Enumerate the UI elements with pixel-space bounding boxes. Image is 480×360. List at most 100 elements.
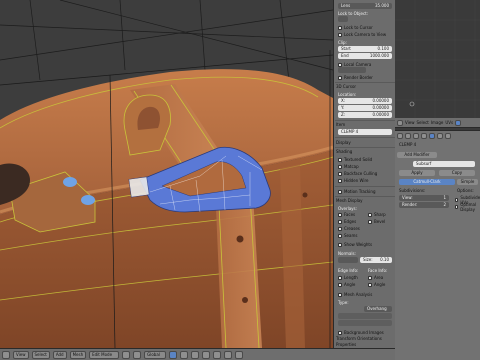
uv-grid (395, 0, 480, 118)
uv-uvs-menu[interactable]: UVs (445, 120, 453, 125)
props-tabs (397, 133, 451, 139)
face-info-label: Face Info: (368, 268, 388, 273)
display-head[interactable]: Display (336, 140, 351, 145)
creases-check[interactable]: Creases (338, 226, 360, 231)
face-angle-check[interactable]: Angle (368, 282, 385, 287)
angle-check[interactable]: Angle (338, 282, 355, 287)
camera-field[interactable] (338, 67, 366, 73)
edges-check[interactable]: Edges (338, 219, 356, 224)
strap-hole (242, 297, 248, 303)
props-data-icon[interactable] (437, 133, 443, 139)
uv-editor-icon[interactable] (397, 119, 403, 126)
options-label: Options: (457, 188, 474, 193)
uv-select-icon[interactable] (455, 119, 462, 126)
lock-to-cursor-check[interactable]: Lock to Cursor (338, 25, 373, 30)
render-border-check[interactable]: Render Border (338, 75, 373, 80)
vertex-marker (63, 177, 77, 187)
simple-tab[interactable]: Simple (457, 179, 478, 185)
uv-editor-area[interactable] (395, 0, 480, 118)
vertex-marker (81, 195, 95, 205)
mesh-analysis-check[interactable]: Mesh Analysis (338, 292, 372, 297)
item-head[interactable]: Item (336, 122, 345, 127)
area-check[interactable]: Area (368, 275, 383, 280)
clip-end-field[interactable]: End 1000.000 (338, 53, 392, 59)
bevel-check[interactable]: Bevel (368, 219, 385, 224)
normals-label: Normals: (338, 251, 356, 256)
sharp-check[interactable]: Sharp (368, 212, 386, 217)
analysis-axis[interactable] (338, 320, 392, 326)
props-object-icon[interactable] (421, 133, 427, 139)
clip-label: Clip: (338, 40, 347, 45)
cursor-x-field[interactable]: X: 0.00000 (338, 98, 392, 104)
lens-field[interactable]: Lens 35.000 (338, 3, 392, 9)
subdivisions-label: Subdivisions: (399, 188, 426, 193)
lock-object-field[interactable] (338, 16, 348, 22)
render-levels-field[interactable]: Render: 2 (399, 202, 449, 208)
normals-buttons[interactable] (338, 257, 358, 263)
face-select-icon[interactable] (191, 350, 200, 359)
props-world-icon[interactable] (413, 133, 419, 139)
3d-view-header: View Select Add Mesh Edit Mode Global (0, 348, 395, 360)
textured-solid-check[interactable]: Textured Solid (338, 157, 372, 162)
copy-button[interactable]: Copy (439, 170, 475, 176)
view-levels-field[interactable]: View: 1 (399, 195, 449, 201)
viewport-scene (0, 0, 333, 348)
3d-viewport[interactable] (0, 0, 333, 348)
analysis-range[interactable] (338, 313, 392, 319)
select-menu[interactable]: Select (31, 350, 50, 359)
length-check[interactable]: Length (338, 275, 358, 280)
cursor-z-field[interactable]: Z: 0.00000 (338, 112, 392, 118)
clip-start-field[interactable]: Start 0.100 (338, 46, 392, 52)
props-modifier-icon[interactable] (429, 133, 435, 139)
view-menu[interactable]: View (13, 350, 29, 359)
uv-image-menu[interactable]: Image (431, 120, 444, 125)
seams-check[interactable]: Seams (338, 233, 357, 238)
props-render-icon[interactable] (397, 133, 403, 139)
show-weights-check[interactable]: Show Weights (338, 242, 372, 247)
proportional-edit-icon[interactable] (202, 350, 211, 359)
matcap-check[interactable]: Matcap (338, 164, 359, 169)
vertex-select-icon[interactable] (169, 350, 178, 359)
overlays-label: Overlays: (338, 206, 357, 211)
pivot-icon[interactable] (133, 350, 142, 359)
properties-n-panel[interactable]: Lens 35.000 Lock to Object: Lock to Curso… (333, 0, 395, 348)
type-label: Type: (338, 300, 349, 305)
add-menu[interactable]: Add (52, 350, 67, 359)
properties-editor[interactable]: CLEMP 4 Add Modifier Subsurf Apply Copy … (395, 130, 480, 360)
props-material-icon[interactable] (445, 133, 451, 139)
optimal-display-check[interactable]: Optimal Display (455, 202, 480, 212)
background-images-check[interactable]: Background Images (338, 330, 384, 335)
object-name-field[interactable]: CLEMP 4 (338, 129, 392, 135)
transform-orientations-head[interactable]: Transform Orientations (336, 336, 382, 341)
uv-select-menu[interactable]: Select (417, 120, 429, 125)
editor-type-icon[interactable] (2, 350, 10, 359)
uv-view-menu[interactable]: View (405, 120, 415, 125)
properties-head[interactable]: Properties (336, 342, 356, 347)
props-scene-icon[interactable] (405, 133, 411, 139)
orientation-select[interactable]: Global (144, 350, 167, 359)
mesh-display-head[interactable]: Mesh Display (336, 198, 363, 203)
add-modifier-button[interactable]: Add Modifier (397, 152, 437, 158)
lock-camera-check[interactable]: Lock Camera to View (338, 32, 386, 37)
modifier-name-field[interactable]: Subsurf (413, 161, 475, 167)
props-object-name: CLEMP 4 (399, 142, 417, 147)
shading-head[interactable]: Shading (336, 149, 352, 154)
edge-select-icon[interactable] (180, 350, 189, 359)
normal-size-field[interactable]: Size: 0.10 (360, 257, 392, 263)
catmull-clark-tab[interactable]: Catmull-Clark (399, 179, 455, 185)
motion-tracking-check[interactable]: Motion Tracking (338, 189, 375, 194)
cursor-y-field[interactable]: Y: 0.00000 (338, 105, 392, 111)
faces-check[interactable]: Faces (338, 212, 355, 217)
3d-cursor-head[interactable]: 3D Cursor (336, 84, 356, 89)
mode-select[interactable]: Edit Mode (89, 350, 120, 359)
render-preview-icon[interactable] (235, 350, 244, 359)
snap-icon[interactable] (213, 350, 222, 359)
edge-info-label: Edge Info: (338, 268, 359, 273)
apply-button[interactable]: Apply (399, 170, 435, 176)
shading-icon[interactable] (122, 350, 131, 359)
overhang-select[interactable]: Overhang (364, 306, 392, 312)
magnet-icon[interactable] (224, 350, 233, 359)
backface-culling-check[interactable]: Backface Culling (338, 171, 377, 176)
mesh-menu[interactable]: Mesh (69, 350, 87, 359)
hidden-wire-check[interactable]: Hidden Wire (338, 178, 368, 183)
